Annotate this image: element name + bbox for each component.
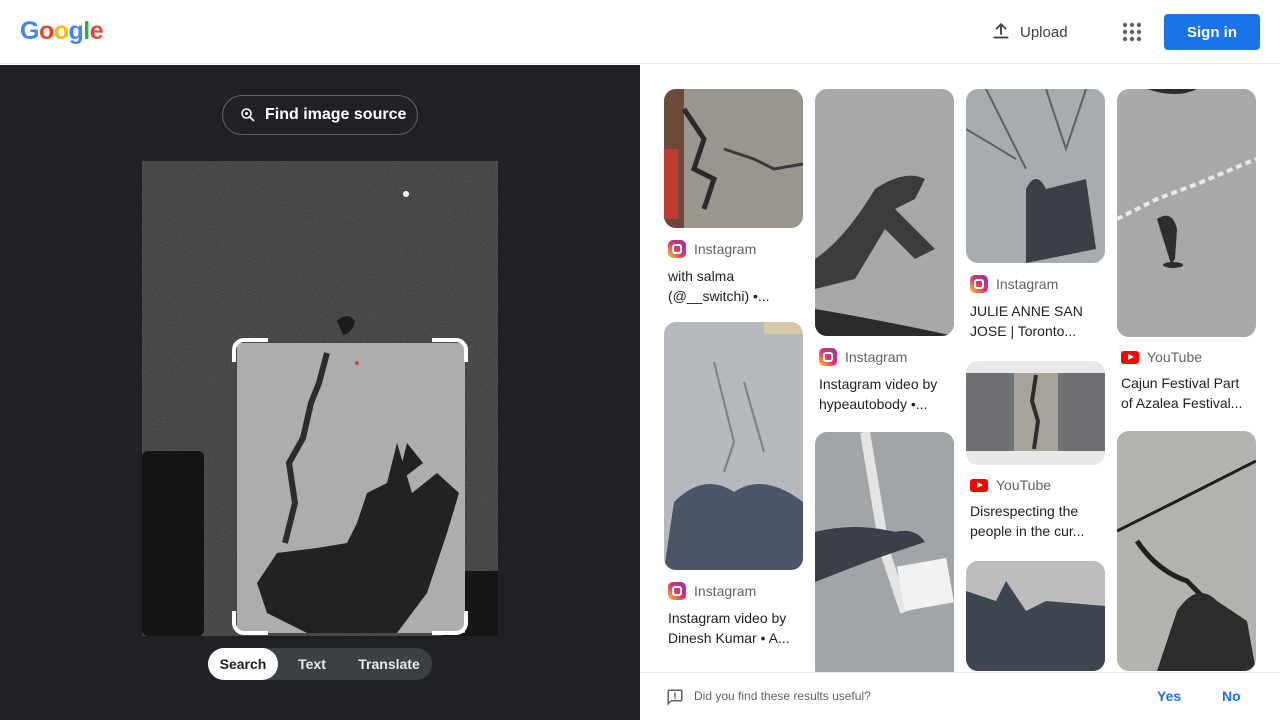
thumbnail-image [966, 89, 1105, 263]
crop-handle-top-right[interactable] [432, 338, 468, 362]
mode-search-tab[interactable]: Search [208, 648, 278, 680]
result-thumbnail[interactable] [966, 561, 1105, 671]
logo-letter: G [20, 17, 39, 45]
crop-region[interactable] [237, 343, 465, 633]
upload-icon [993, 22, 1009, 39]
result-source[interactable]: Instagram [664, 582, 803, 600]
lens-search-icon [241, 108, 255, 122]
youtube-icon [970, 478, 988, 492]
instagram-icon [819, 348, 837, 366]
find-image-source-button[interactable]: Find image source [222, 95, 418, 135]
result-source-name: YouTube [1147, 349, 1203, 365]
result-card[interactable] [815, 432, 954, 672]
mode-text-tab[interactable]: Text [278, 648, 346, 680]
result-card[interactable]: YouTube Disrespecting the people in the … [966, 361, 1105, 541]
result-source[interactable]: Instagram [664, 240, 803, 258]
upload-button[interactable]: Upload [990, 18, 1068, 46]
result-card[interactable]: Instagram Instagram video by hypeautobod… [815, 89, 954, 414]
logo-letter: e [89, 17, 104, 45]
upload-label: Upload [1020, 23, 1068, 41]
result-source-name: Instagram [845, 349, 908, 365]
lens-image-panel: Find image source Search Text Translate [0, 65, 640, 720]
crop-handle-top-left[interactable] [232, 338, 268, 362]
result-source[interactable]: YouTube [966, 477, 1105, 493]
result-thumbnail[interactable] [664, 322, 803, 570]
instagram-icon [668, 240, 686, 258]
result-source-name: Instagram [694, 583, 757, 599]
result-title[interactable]: Disrespecting the people in the cur... [966, 501, 1105, 541]
thumbnail-image [815, 89, 954, 336]
result-source[interactable]: Instagram [966, 275, 1105, 293]
crop-handle-bottom-right[interactable] [432, 611, 468, 635]
result-card[interactable]: Instagram with salma (@__switchi) •... [664, 89, 803, 306]
result-thumbnail[interactable] [815, 89, 954, 336]
result-card[interactable] [1117, 431, 1256, 671]
results-column: Instagram with salma (@__switchi) •... I… [664, 89, 803, 648]
lens-mode-switcher: Search Text Translate [208, 648, 432, 680]
result-thumbnail[interactable] [815, 432, 954, 672]
thumbnail-image [664, 322, 803, 570]
result-card[interactable]: Instagram Instagram video by Dinesh Kuma… [664, 322, 803, 648]
result-thumbnail[interactable] [664, 89, 803, 228]
thumbnail-image [815, 432, 954, 672]
result-source[interactable]: Instagram [815, 348, 954, 366]
result-source[interactable]: YouTube [1117, 349, 1256, 365]
result-source-name: YouTube [996, 477, 1052, 493]
results-column: Instagram Instagram video by hypeautobod… [815, 89, 954, 672]
result-title[interactable]: Cajun Festival Part of Azalea Festival..… [1117, 373, 1256, 413]
thumbnail-image [966, 361, 1105, 465]
result-title[interactable]: Instagram video by Dinesh Kumar • A... [664, 608, 803, 648]
result-title[interactable]: Instagram video by hypeautobody •... [815, 374, 954, 414]
results-column: Instagram JULIE ANNE SAN JOSE | Toronto.… [966, 89, 1105, 671]
instagram-icon [970, 275, 988, 293]
find-image-source-label: Find image source [265, 106, 407, 123]
feedback-bar: Did you find these results useful? Yes N… [640, 672, 1280, 720]
result-title[interactable]: JULIE ANNE SAN JOSE | Toronto... [966, 301, 1105, 341]
result-thumbnail[interactable] [966, 361, 1105, 465]
feedback-question: Did you find these results useful? [694, 689, 871, 703]
apps-grid-icon[interactable] [1120, 20, 1144, 44]
result-thumbnail[interactable] [1117, 89, 1256, 337]
results-column: YouTube Cajun Festival Part of Azalea Fe… [1117, 89, 1256, 671]
logo-letter: o [38, 17, 54, 45]
result-thumbnail[interactable] [1117, 431, 1256, 671]
sign-in-button[interactable]: Sign in [1164, 14, 1260, 50]
youtube-icon [1121, 350, 1139, 364]
thumbnail-image [664, 89, 803, 228]
result-card[interactable]: YouTube Cajun Festival Part of Azalea Fe… [1117, 89, 1256, 413]
logo-letter: o [53, 17, 69, 45]
query-image [142, 161, 498, 636]
google-logo[interactable]: Google [20, 17, 104, 46]
result-source-name: Instagram [694, 241, 757, 257]
crop-handle-bottom-left[interactable] [232, 611, 268, 635]
thumbnail-image [1117, 89, 1256, 337]
result-card[interactable]: Instagram JULIE ANNE SAN JOSE | Toronto.… [966, 89, 1105, 341]
result-title[interactable]: with salma (@__switchi) •... [664, 266, 803, 306]
feedback-no-button[interactable]: No [1222, 688, 1241, 704]
logo-letter: g [68, 17, 84, 45]
top-bar: Google Upload Sign in [0, 0, 1280, 64]
result-card[interactable] [966, 561, 1105, 671]
visual-matches-panel: Instagram with salma (@__switchi) •... I… [640, 65, 1280, 672]
mode-translate-tab[interactable]: Translate [346, 648, 432, 680]
thumbnail-image [966, 561, 1105, 671]
result-thumbnail[interactable] [966, 89, 1105, 263]
feedback-yes-button[interactable]: Yes [1157, 688, 1181, 704]
crop-image [237, 343, 465, 633]
instagram-icon [668, 582, 686, 600]
result-source-name: Instagram [996, 276, 1059, 292]
thumbnail-image [1117, 431, 1256, 671]
feedback-icon [667, 689, 683, 706]
